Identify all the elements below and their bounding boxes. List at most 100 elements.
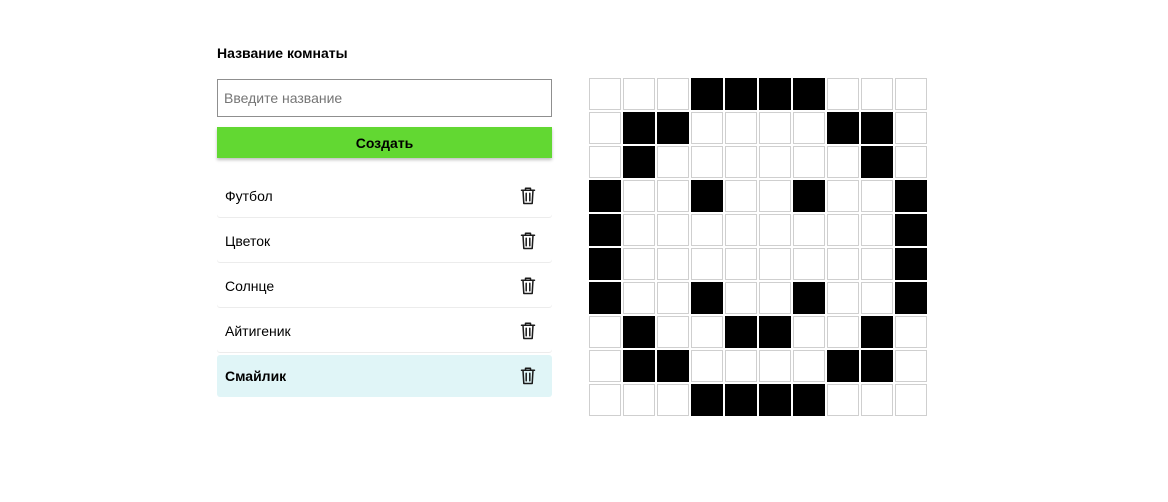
room-item[interactable]: Цветок	[217, 220, 552, 262]
grid-cell[interactable]	[895, 282, 927, 314]
grid-cell[interactable]	[623, 146, 655, 178]
grid-cell[interactable]	[861, 316, 893, 348]
grid-cell[interactable]	[861, 282, 893, 314]
grid-cell[interactable]	[827, 112, 859, 144]
grid-cell[interactable]	[725, 316, 757, 348]
grid-cell[interactable]	[623, 282, 655, 314]
grid-cell[interactable]	[793, 350, 825, 382]
grid-cell[interactable]	[589, 350, 621, 382]
grid-cell[interactable]	[589, 214, 621, 246]
grid-cell[interactable]	[623, 214, 655, 246]
grid-cell[interactable]	[623, 316, 655, 348]
grid-cell[interactable]	[657, 384, 689, 416]
delete-room-button[interactable]	[518, 231, 538, 251]
grid-cell[interactable]	[691, 316, 723, 348]
grid-cell[interactable]	[895, 180, 927, 212]
grid-cell[interactable]	[691, 350, 723, 382]
grid-cell[interactable]	[725, 180, 757, 212]
room-item[interactable]: Солнце	[217, 265, 552, 307]
grid-cell[interactable]	[759, 316, 791, 348]
grid-cell[interactable]	[691, 214, 723, 246]
grid-cell[interactable]	[623, 248, 655, 280]
grid-cell[interactable]	[589, 282, 621, 314]
grid-cell[interactable]	[691, 146, 723, 178]
grid-cell[interactable]	[657, 350, 689, 382]
room-item[interactable]: Смайлик	[217, 355, 552, 397]
grid-cell[interactable]	[793, 384, 825, 416]
grid-cell[interactable]	[827, 316, 859, 348]
grid-cell[interactable]	[589, 180, 621, 212]
grid-cell[interactable]	[861, 112, 893, 144]
grid-cell[interactable]	[861, 248, 893, 280]
grid-cell[interactable]	[623, 384, 655, 416]
grid-cell[interactable]	[861, 350, 893, 382]
grid-cell[interactable]	[861, 78, 893, 110]
grid-cell[interactable]	[895, 350, 927, 382]
grid-cell[interactable]	[725, 350, 757, 382]
grid-cell[interactable]	[657, 282, 689, 314]
grid-cell[interactable]	[759, 78, 791, 110]
room-name-input[interactable]	[217, 79, 552, 117]
grid-cell[interactable]	[827, 248, 859, 280]
delete-room-button[interactable]	[518, 366, 538, 386]
grid-cell[interactable]	[895, 146, 927, 178]
grid-cell[interactable]	[759, 248, 791, 280]
grid-cell[interactable]	[657, 214, 689, 246]
grid-cell[interactable]	[759, 146, 791, 178]
grid-cell[interactable]	[725, 146, 757, 178]
grid-cell[interactable]	[895, 214, 927, 246]
grid-cell[interactable]	[895, 384, 927, 416]
grid-cell[interactable]	[827, 350, 859, 382]
room-item[interactable]: Айтигеник	[217, 310, 552, 352]
grid-cell[interactable]	[827, 78, 859, 110]
grid-cell[interactable]	[793, 282, 825, 314]
grid-cell[interactable]	[691, 78, 723, 110]
grid-cell[interactable]	[623, 112, 655, 144]
grid-cell[interactable]	[589, 112, 621, 144]
grid-cell[interactable]	[793, 214, 825, 246]
grid-cell[interactable]	[623, 78, 655, 110]
grid-cell[interactable]	[691, 112, 723, 144]
grid-cell[interactable]	[589, 384, 621, 416]
grid-cell[interactable]	[657, 180, 689, 212]
grid-cell[interactable]	[725, 214, 757, 246]
grid-cell[interactable]	[861, 384, 893, 416]
grid-cell[interactable]	[589, 78, 621, 110]
grid-cell[interactable]	[827, 384, 859, 416]
grid-cell[interactable]	[691, 282, 723, 314]
create-button[interactable]: Создать	[217, 127, 552, 158]
grid-cell[interactable]	[657, 316, 689, 348]
grid-cell[interactable]	[827, 180, 859, 212]
grid-cell[interactable]	[725, 282, 757, 314]
grid-cell[interactable]	[657, 248, 689, 280]
grid-cell[interactable]	[895, 316, 927, 348]
grid-cell[interactable]	[793, 78, 825, 110]
grid-cell[interactable]	[725, 78, 757, 110]
grid-cell[interactable]	[861, 146, 893, 178]
grid-cell[interactable]	[827, 146, 859, 178]
grid-cell[interactable]	[759, 384, 791, 416]
grid-cell[interactable]	[861, 214, 893, 246]
grid-cell[interactable]	[793, 180, 825, 212]
grid-cell[interactable]	[759, 282, 791, 314]
grid-cell[interactable]	[691, 180, 723, 212]
delete-room-button[interactable]	[518, 321, 538, 341]
grid-cell[interactable]	[793, 146, 825, 178]
grid-cell[interactable]	[861, 180, 893, 212]
grid-cell[interactable]	[725, 248, 757, 280]
grid-cell[interactable]	[793, 316, 825, 348]
grid-cell[interactable]	[793, 112, 825, 144]
grid-cell[interactable]	[759, 180, 791, 212]
delete-room-button[interactable]	[518, 276, 538, 296]
grid-cell[interactable]	[691, 248, 723, 280]
grid-cell[interactable]	[759, 112, 791, 144]
grid-cell[interactable]	[623, 180, 655, 212]
grid-cell[interactable]	[725, 384, 757, 416]
grid-cell[interactable]	[827, 214, 859, 246]
grid-cell[interactable]	[759, 350, 791, 382]
grid-cell[interactable]	[793, 248, 825, 280]
grid-cell[interactable]	[895, 248, 927, 280]
grid-cell[interactable]	[827, 282, 859, 314]
grid-cell[interactable]	[759, 214, 791, 246]
grid-cell[interactable]	[589, 248, 621, 280]
